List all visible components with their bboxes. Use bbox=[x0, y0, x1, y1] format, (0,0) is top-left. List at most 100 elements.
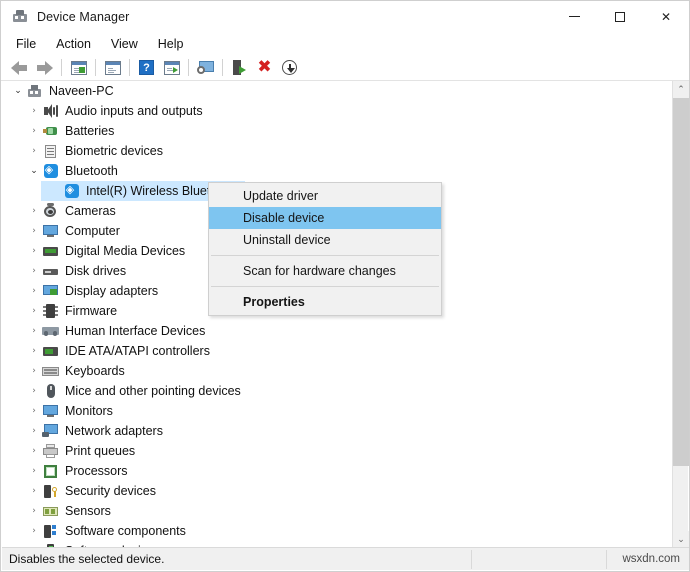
tree-item-label: IDE ATA/ATAPI controllers bbox=[65, 344, 210, 358]
camera-icon bbox=[42, 203, 59, 219]
maximize-icon bbox=[615, 11, 625, 22]
tree-item-human-interface-devices[interactable]: › Human Interface Devices bbox=[2, 321, 674, 341]
monitor-icon bbox=[42, 223, 59, 239]
enable-device-button[interactable] bbox=[227, 56, 252, 79]
context-menu-item-uninstall-device[interactable]: Uninstall device bbox=[209, 229, 441, 251]
bluetooth-icon: ◈ bbox=[63, 183, 80, 199]
context-menu-item-scan-for-hardware-changes[interactable]: Scan for hardware changes bbox=[209, 260, 441, 282]
expander-open-icon[interactable]: ⌄ bbox=[26, 163, 42, 179]
expander-open-icon[interactable]: ⌄ bbox=[10, 83, 26, 99]
expander-closed-icon[interactable]: › bbox=[26, 303, 42, 319]
expander-closed-icon[interactable]: › bbox=[26, 523, 42, 539]
tree-item-sensors[interactable]: › Sensors bbox=[2, 501, 674, 521]
help-button[interactable]: ? bbox=[134, 56, 159, 79]
hid-icon bbox=[42, 323, 59, 339]
bluetooth-icon: ◈ bbox=[42, 163, 59, 179]
tree-item-label: Cameras bbox=[65, 204, 116, 218]
expander-closed-icon[interactable]: › bbox=[26, 443, 42, 459]
expander-closed-icon[interactable]: › bbox=[26, 423, 42, 439]
expander-closed-icon[interactable]: › bbox=[26, 483, 42, 499]
menu-help[interactable]: Help bbox=[149, 35, 193, 53]
tree-item-audio[interactable]: › Audio inputs and outputs bbox=[2, 101, 674, 121]
sensor-icon bbox=[42, 503, 59, 519]
printer-icon bbox=[42, 443, 59, 459]
speaker-icon bbox=[42, 103, 59, 119]
scroll-down-icon[interactable]: ⌄ bbox=[673, 531, 689, 548]
menu-file[interactable]: File bbox=[7, 35, 45, 53]
update-driver-button[interactable] bbox=[159, 56, 184, 79]
properties-icon bbox=[70, 60, 87, 75]
expander-closed-icon[interactable]: › bbox=[26, 323, 42, 339]
scan-hardware-changes-button[interactable] bbox=[193, 56, 218, 79]
tree-item-bluetooth[interactable]: ⌄ ◈ Bluetooth bbox=[2, 161, 674, 181]
close-icon: ✕ bbox=[660, 9, 672, 24]
update-driver-icon bbox=[163, 60, 180, 75]
expander-closed-icon[interactable]: › bbox=[26, 143, 42, 159]
security-key-icon bbox=[42, 483, 59, 499]
tree-item-label: Mice and other pointing devices bbox=[65, 384, 241, 398]
tree-item-label: Audio inputs and outputs bbox=[65, 104, 203, 118]
keyboard-icon bbox=[42, 363, 59, 379]
tree-item-mice[interactable]: › Mice and other pointing devices bbox=[2, 381, 674, 401]
vertical-scrollbar[interactable]: ⌃ ⌄ bbox=[672, 81, 689, 548]
expander-closed-icon[interactable]: › bbox=[26, 203, 42, 219]
digital-media-icon bbox=[42, 243, 59, 259]
context-menu[interactable]: Update driver Disable device Uninstall d… bbox=[208, 182, 442, 316]
tree-item-label: Disk drives bbox=[65, 264, 127, 278]
back-button[interactable] bbox=[7, 56, 32, 79]
network-adapter-icon bbox=[42, 423, 59, 439]
tree-item-security-devices[interactable]: › Security devices bbox=[2, 481, 674, 501]
expander-none-icon: › bbox=[47, 183, 63, 199]
menu-action[interactable]: Action bbox=[47, 35, 100, 53]
tree-item-label: Network adapters bbox=[65, 424, 163, 438]
back-icon bbox=[11, 60, 28, 75]
scrollbar-thumb[interactable] bbox=[673, 98, 689, 466]
uninstall-device-button[interactable]: ✖ bbox=[252, 56, 277, 79]
tree-item-software-components[interactable]: › Software components bbox=[2, 521, 674, 541]
tree-item-label: Monitors bbox=[65, 404, 113, 418]
disable-device-icon bbox=[282, 60, 297, 75]
context-menu-item-update-driver[interactable]: Update driver bbox=[209, 185, 441, 207]
expander-closed-icon[interactable]: › bbox=[26, 243, 42, 259]
tree-item-processors[interactable]: › Processors bbox=[2, 461, 674, 481]
toolbar: ? ✖ bbox=[1, 55, 689, 81]
expander-closed-icon[interactable]: › bbox=[26, 283, 42, 299]
tree-item-print-queues[interactable]: › Print queues bbox=[2, 441, 674, 461]
tree-item-monitors[interactable]: › Monitors bbox=[2, 401, 674, 421]
minimize-button[interactable] bbox=[551, 1, 597, 32]
close-button[interactable]: ✕ bbox=[643, 1, 689, 32]
tree-item-label: Digital Media Devices bbox=[65, 244, 186, 258]
menu-view[interactable]: View bbox=[102, 35, 147, 53]
expander-closed-icon[interactable]: › bbox=[26, 403, 42, 419]
expander-closed-icon[interactable]: › bbox=[26, 503, 42, 519]
tree-item-biometric[interactable]: › Biometric devices bbox=[2, 141, 674, 161]
forward-button[interactable] bbox=[32, 56, 57, 79]
tree-item-keyboards[interactable]: › Keyboards bbox=[2, 361, 674, 381]
expander-closed-icon[interactable]: › bbox=[26, 123, 42, 139]
expander-closed-icon[interactable]: › bbox=[26, 103, 42, 119]
tree-item-ide-controllers[interactable]: › IDE ATA/ATAPI controllers bbox=[2, 341, 674, 361]
monitor-icon bbox=[42, 403, 59, 419]
expander-closed-icon[interactable]: › bbox=[26, 223, 42, 239]
context-menu-item-disable-device[interactable]: Disable device bbox=[209, 207, 441, 229]
scroll-up-icon[interactable]: ⌃ bbox=[673, 81, 689, 98]
context-menu-separator bbox=[211, 286, 439, 287]
expander-closed-icon[interactable]: › bbox=[26, 463, 42, 479]
show-hide-console-tree-button[interactable] bbox=[100, 56, 125, 79]
expander-closed-icon[interactable]: › bbox=[26, 363, 42, 379]
tree-item-computer[interactable]: ⌄ Naveen-PC bbox=[2, 81, 674, 101]
expander-closed-icon[interactable]: › bbox=[26, 383, 42, 399]
tree-item-batteries[interactable]: › Batteries bbox=[2, 121, 674, 141]
tree-item-label: Processors bbox=[65, 464, 128, 478]
maximize-button[interactable] bbox=[597, 1, 643, 32]
toolbar-separator bbox=[95, 59, 96, 76]
tree-item-network-adapters[interactable]: › Network adapters bbox=[2, 421, 674, 441]
disable-device-button[interactable] bbox=[277, 56, 302, 79]
properties-button[interactable] bbox=[66, 56, 91, 79]
context-menu-item-properties[interactable]: Properties bbox=[209, 291, 441, 313]
expander-closed-icon[interactable]: › bbox=[26, 343, 42, 359]
watermark: wsxdn.com bbox=[622, 553, 680, 565]
status-bar-divider bbox=[606, 550, 607, 569]
minimize-icon bbox=[568, 16, 580, 17]
expander-closed-icon[interactable]: › bbox=[26, 263, 42, 279]
